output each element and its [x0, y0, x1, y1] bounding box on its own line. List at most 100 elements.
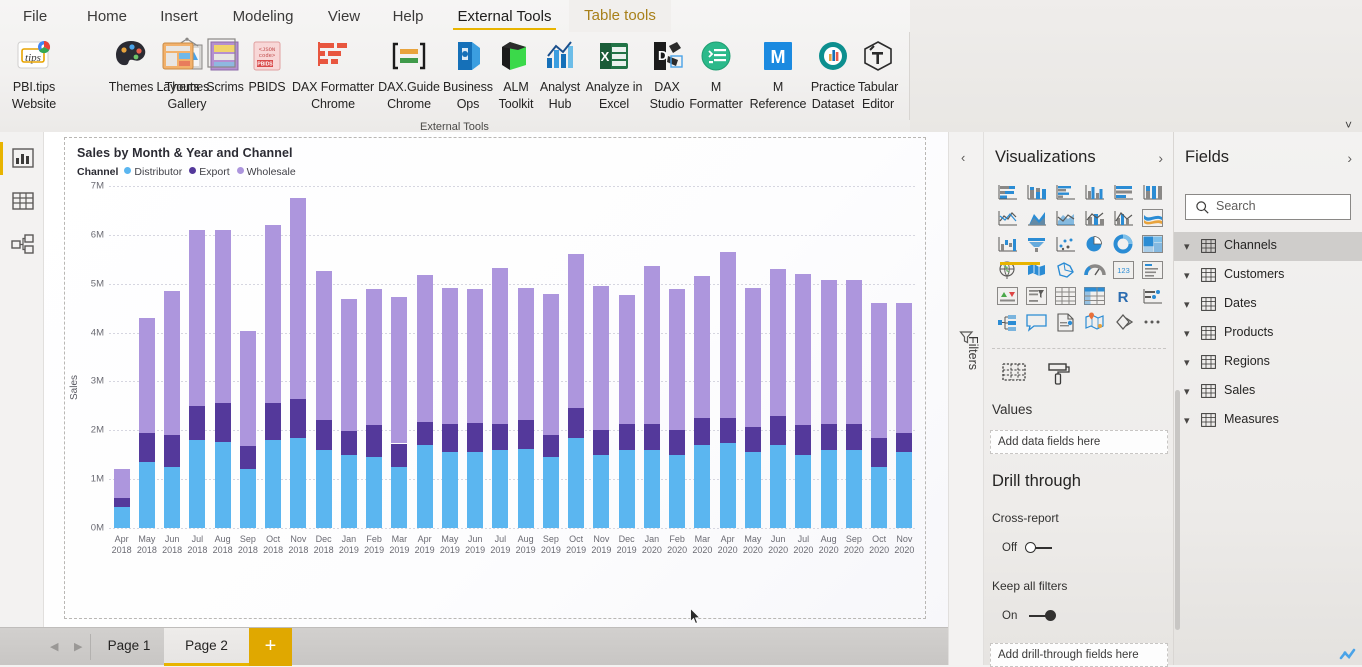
chart-bar-segment-distributor[interactable]	[113, 507, 130, 528]
chart-bar-segment-distributor[interactable]	[694, 444, 711, 528]
chart-bar[interactable]	[871, 303, 888, 528]
ribbon-button-tabular-editor[interactable]: Tabular Editor	[851, 36, 905, 113]
chart-bar[interactable]	[517, 287, 534, 528]
line-clustered-column-chart-icon[interactable]	[1109, 206, 1138, 232]
cross-report-toggle[interactable]: Off	[1002, 542, 1055, 554]
qa-visual-icon[interactable]	[1022, 310, 1051, 336]
chart-bar-segment-export[interactable]	[265, 403, 282, 441]
sidebar-item-report-view[interactable]	[10, 145, 36, 171]
legend-item-wholesale[interactable]: Wholesale	[236, 166, 296, 178]
chart-bar-segment-export[interactable]	[694, 418, 711, 445]
chart-bar-segment-export[interactable]	[643, 424, 660, 450]
chart-bar-segment-wholesale[interactable]	[669, 288, 686, 431]
fields-table-measures[interactable]: ▾ Measures	[1174, 406, 1362, 435]
chart-bar-segment-wholesale[interactable]	[896, 303, 913, 433]
chart-bar-segment-distributor[interactable]	[189, 440, 206, 528]
chart-bar-segment-export[interactable]	[669, 430, 686, 455]
ribbon-chart-icon[interactable]	[1138, 206, 1167, 232]
toggle-switch-off[interactable]	[1025, 542, 1055, 554]
chart-bar-segment-wholesale[interactable]	[517, 287, 534, 420]
chart-bar[interactable]	[643, 265, 660, 528]
paint-roller-icon[interactable]	[1042, 360, 1076, 392]
chart-bar-segment-export[interactable]	[391, 443, 408, 467]
chart-bar[interactable]	[568, 254, 585, 528]
chart-bar-segment-wholesale[interactable]	[239, 331, 256, 446]
chart-bar-segment-export[interactable]	[719, 418, 736, 443]
chart-bar-segment-wholesale[interactable]	[719, 251, 736, 419]
chart-bar-segment-wholesale[interactable]	[366, 288, 383, 426]
key-influencers-icon[interactable]	[1109, 310, 1138, 336]
ribbon-button-analyze-in-excel[interactable]: X Analyze in Excel	[579, 36, 649, 113]
chart-bar[interactable]	[542, 293, 559, 528]
chart-bar-segment-export[interactable]	[820, 424, 837, 450]
chart-bar-segment-distributor[interactable]	[366, 457, 383, 528]
fields-table-dates[interactable]: ▾ Dates	[1174, 290, 1362, 319]
fields-table-sales[interactable]: ▾ Sales	[1174, 377, 1362, 406]
gauge-icon[interactable]	[1080, 258, 1109, 284]
chart-bar[interactable]	[416, 274, 433, 528]
decomposition-tree-icon[interactable]	[993, 310, 1022, 336]
hundred-stacked-column-chart-icon[interactable]	[1138, 180, 1167, 206]
chart-bar-segment-export[interactable]	[770, 415, 787, 445]
chart-bar-segment-export[interactable]	[315, 419, 332, 450]
chart-bar[interactable]	[694, 276, 711, 528]
chart-bar-segment-wholesale[interactable]	[315, 270, 332, 420]
chart-bar[interactable]	[391, 296, 408, 528]
chart-bar-segment-distributor[interactable]	[492, 449, 509, 528]
chart-bar-segment-export[interactable]	[340, 431, 357, 455]
chart-bar[interactable]	[593, 286, 610, 528]
chart-bar-segment-export[interactable]	[416, 421, 433, 445]
toggle-switch-on[interactable]	[1026, 610, 1056, 622]
chart-bar-segment-distributor[interactable]	[593, 454, 610, 528]
chart-bar[interactable]	[467, 288, 484, 528]
ribbon-tab-view[interactable]: View	[318, 3, 370, 32]
chevron-down-icon[interactable]: ▾	[1184, 414, 1190, 427]
arcgis-map-icon[interactable]	[1080, 310, 1109, 336]
chart-bar-segment-distributor[interactable]	[795, 454, 812, 528]
chart-bar-segment-distributor[interactable]	[290, 437, 307, 528]
stacked-column-chart-icon[interactable]	[1022, 180, 1051, 206]
chart-bar[interactable]	[239, 331, 256, 528]
collapse-ribbon-icon[interactable]: ˅	[1345, 118, 1352, 132]
chart-bar-segment-wholesale[interactable]	[643, 265, 660, 425]
legend-item-export[interactable]: Export	[189, 166, 230, 178]
chart-bar-segment-distributor[interactable]	[416, 444, 433, 528]
chart-bar-segment-export[interactable]	[568, 408, 585, 438]
ribbon-tab-help[interactable]: Help	[380, 3, 436, 32]
chart-bar[interactable]	[896, 303, 913, 528]
chart-bar-segment-wholesale[interactable]	[265, 225, 282, 404]
chart-bar-segment-wholesale[interactable]	[290, 198, 307, 399]
chart-bar-segment-distributor[interactable]	[845, 449, 862, 528]
chart-bar-segment-export[interactable]	[871, 437, 888, 467]
page-tab-page-1[interactable]: Page 1	[96, 628, 162, 666]
clustered-column-chart-icon[interactable]	[1080, 180, 1109, 206]
funnel-chart-icon[interactable]	[1022, 232, 1051, 258]
chart-bar-segment-distributor[interactable]	[315, 449, 332, 528]
stacked-bar-chart-icon[interactable]	[993, 180, 1022, 206]
chart-bar-segment-export[interactable]	[517, 419, 534, 449]
chart-bar-segment-distributor[interactable]	[239, 469, 256, 528]
chart-bar-segment-wholesale[interactable]	[795, 273, 812, 426]
chart-bar-segment-distributor[interactable]	[643, 449, 660, 528]
chart-bar-segment-distributor[interactable]	[467, 452, 484, 528]
chevron-left-icon[interactable]: ‹	[961, 150, 965, 165]
chart-bar-segment-export[interactable]	[467, 422, 484, 453]
keep-all-filters-toggle[interactable]: On	[1002, 610, 1056, 622]
ribbon-button-business-ops[interactable]: Business Ops	[440, 36, 496, 113]
chart-bar-segment-distributor[interactable]	[138, 462, 155, 528]
chart-bar[interactable]	[719, 251, 736, 528]
slicer-icon[interactable]	[1022, 284, 1051, 310]
chart-bar-segment-wholesale[interactable]	[189, 229, 206, 406]
values-dropzone[interactable]: Add data fields here	[990, 430, 1168, 454]
chart-bar-segment-distributor[interactable]	[391, 466, 408, 528]
chart-bar-segment-wholesale[interactable]	[845, 280, 862, 425]
chart-bar-segment-wholesale[interactable]	[467, 288, 484, 423]
chart-bar[interactable]	[265, 225, 282, 528]
next-page-icon[interactable]: ▶	[74, 640, 82, 653]
chart-bar[interactable]	[770, 269, 787, 528]
fields-table-customers[interactable]: ▾ Customers	[1174, 261, 1362, 290]
hundred-stacked-bar-chart-icon[interactable]	[1109, 180, 1138, 206]
chart-bar-segment-export[interactable]	[214, 402, 231, 443]
prev-page-icon[interactable]: ◀	[50, 640, 58, 653]
card-icon[interactable]: 123	[1109, 258, 1138, 284]
